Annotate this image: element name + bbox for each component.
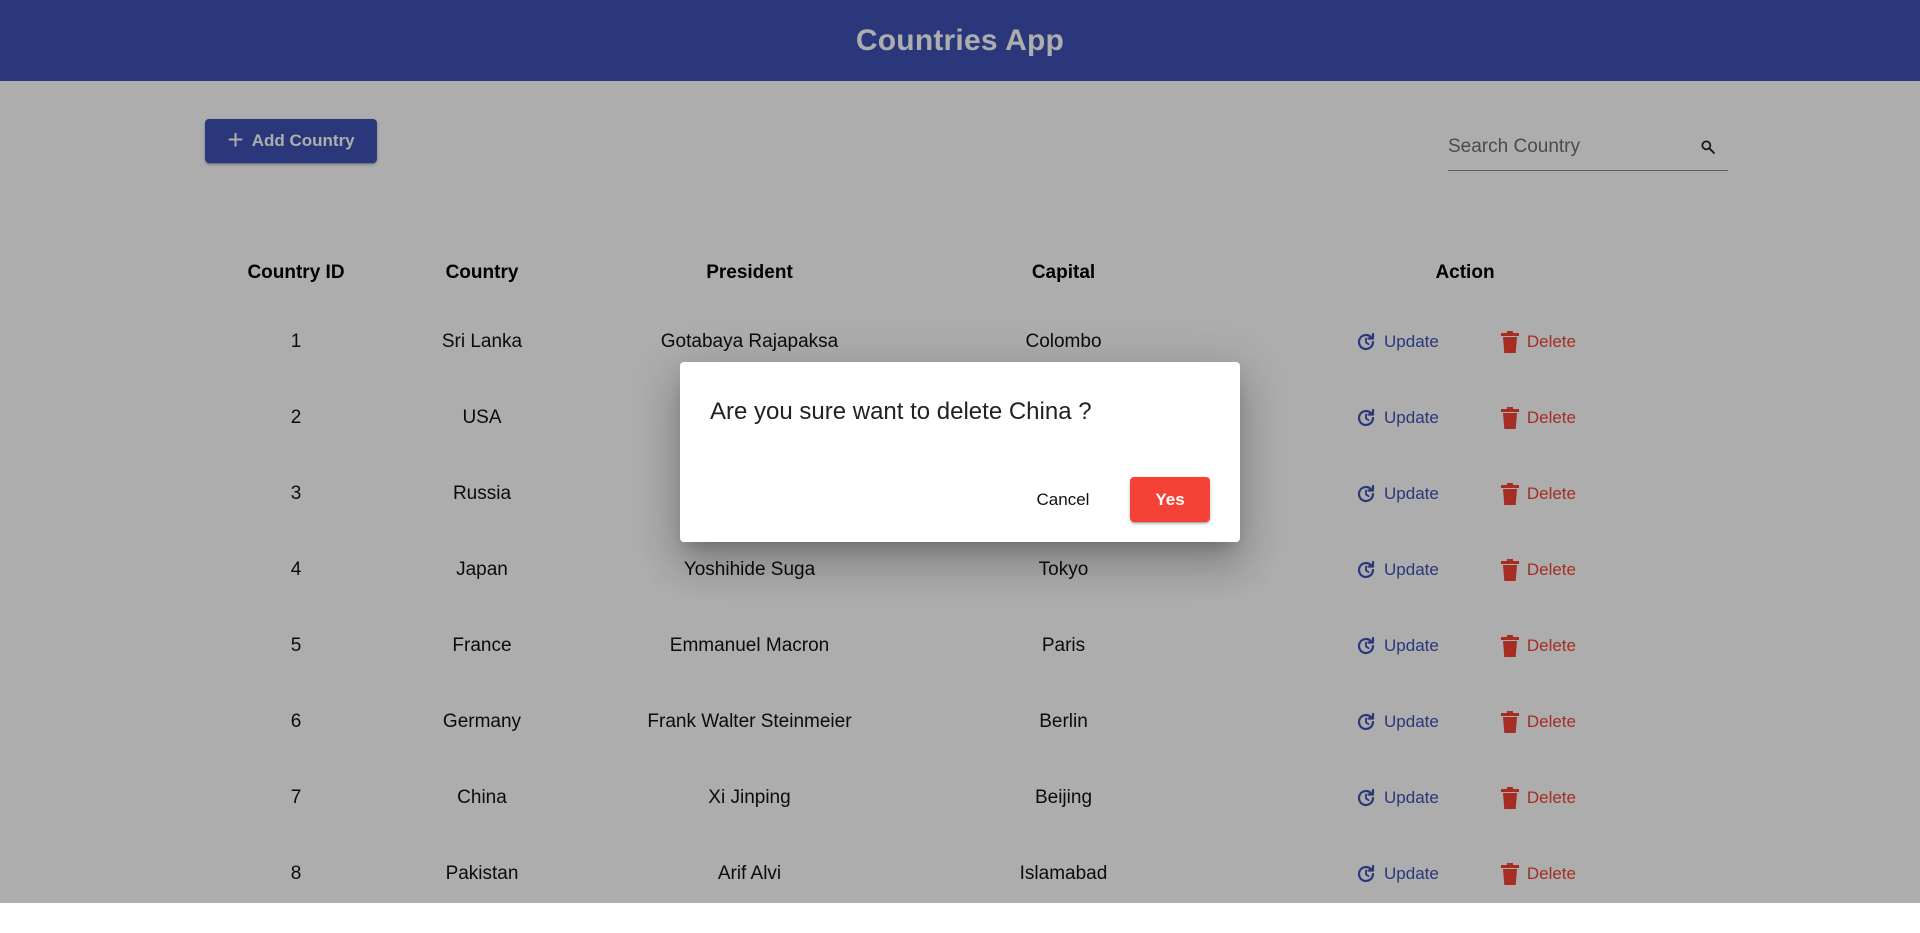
confirm-yes-button[interactable]: Yes <box>1130 477 1210 522</box>
app-shell: Countries App + Add Country Country ID C… <box>0 0 1920 903</box>
cancel-button[interactable]: Cancel <box>1028 478 1098 522</box>
dialog-message: Are you sure want to delete China ? <box>710 398 1092 425</box>
delete-confirm-dialog: Are you sure want to delete China ? Canc… <box>680 362 1240 542</box>
